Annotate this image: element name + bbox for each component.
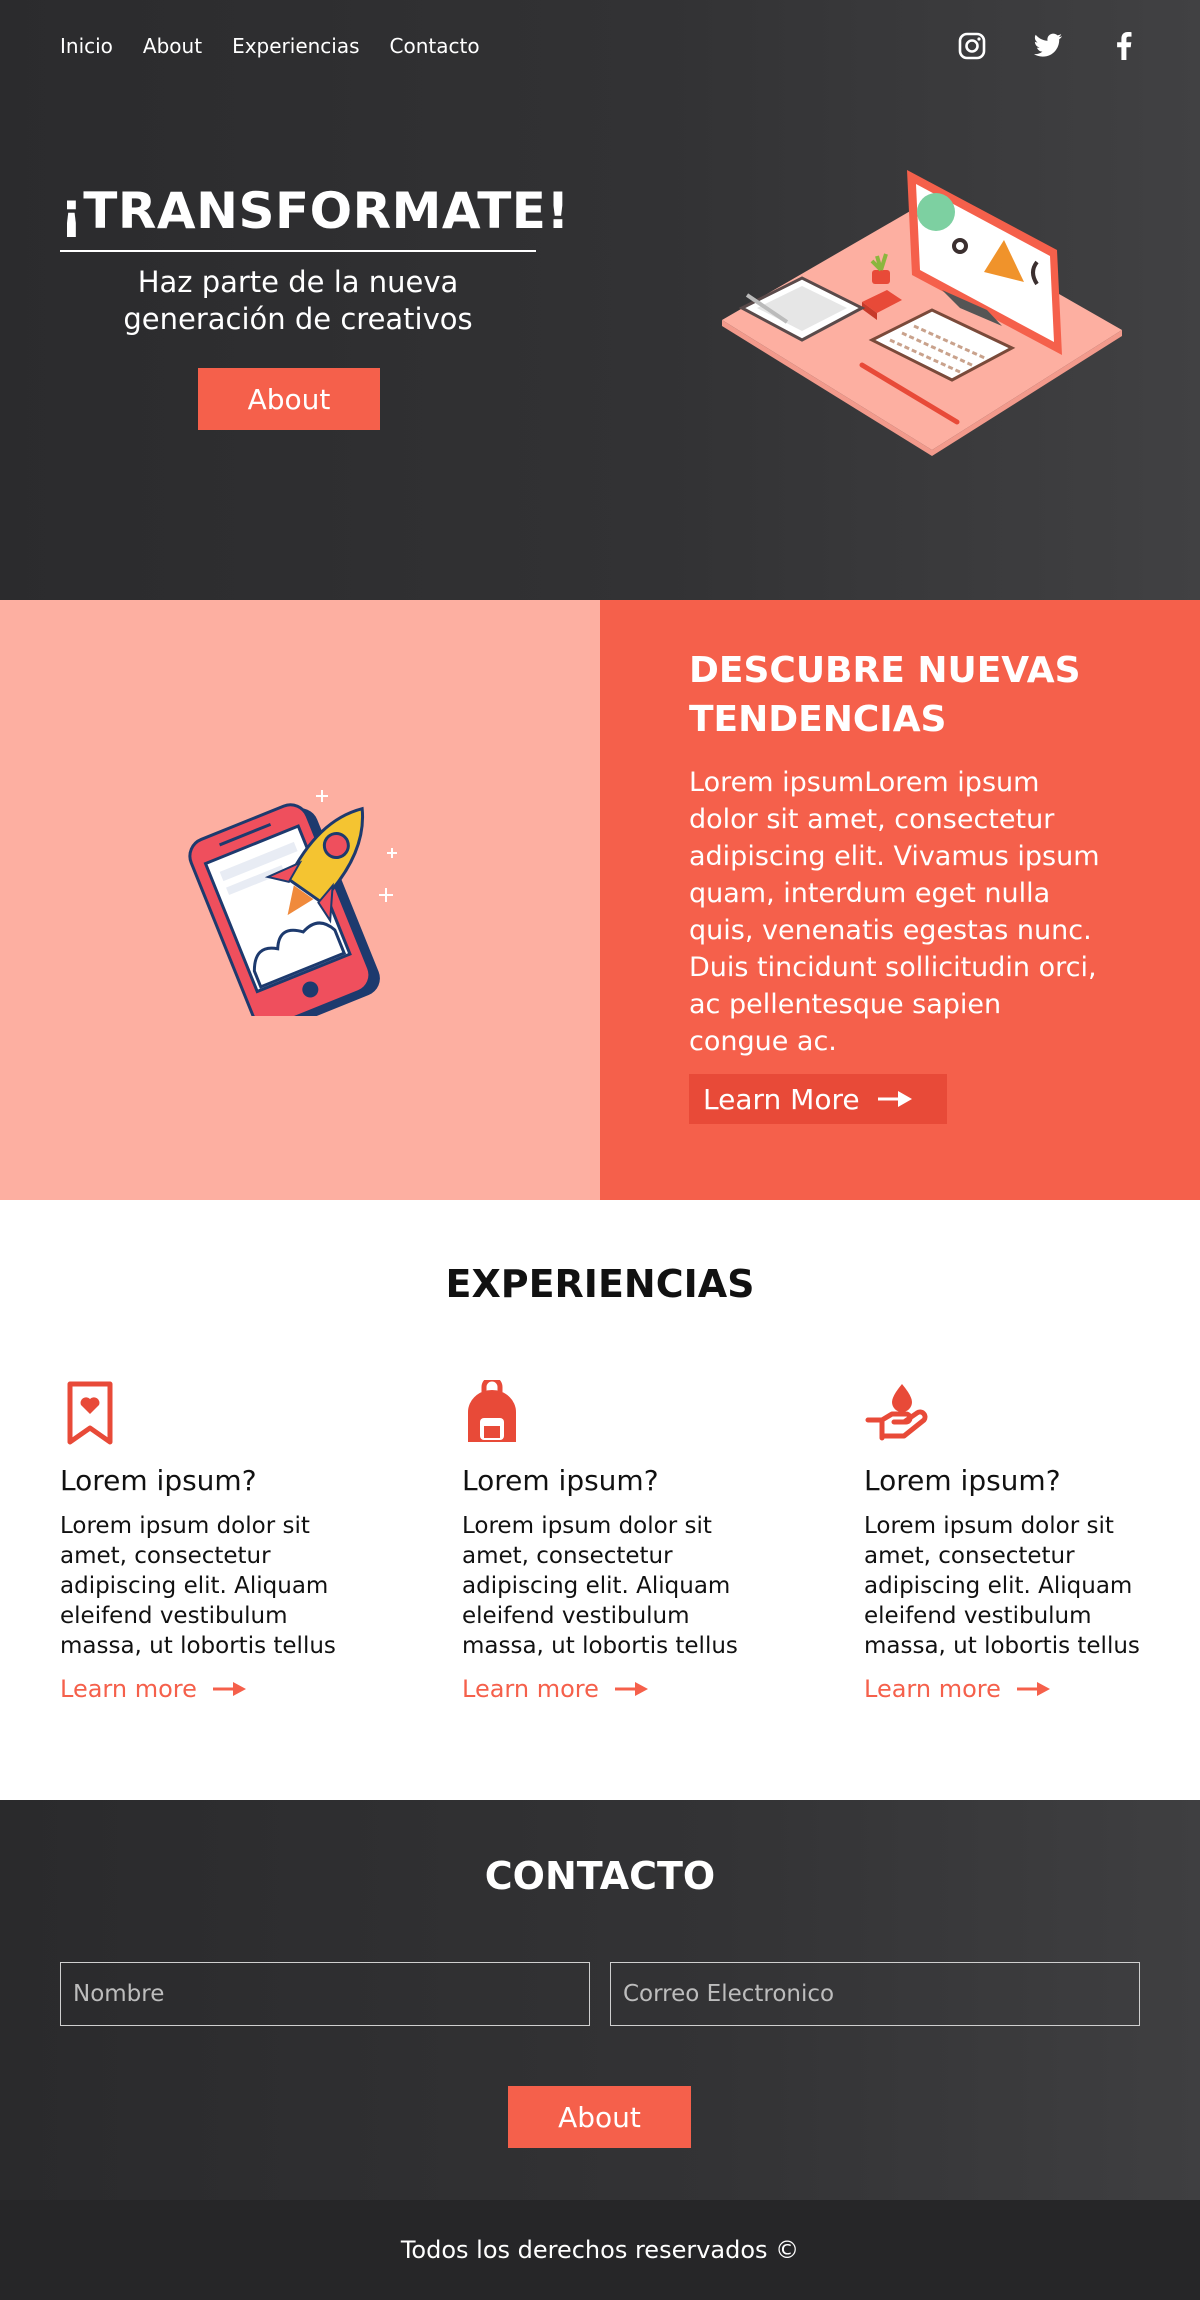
learn-more-label: Learn More <box>703 1082 860 1116</box>
rocket-phone-illustration <box>188 790 397 1016</box>
nav-item-contacto[interactable]: Contacto <box>390 34 480 58</box>
experience-card: Lorem ipsum? Lorem ipsum dolor sit amet,… <box>462 1376 752 1703</box>
contact-about-button[interactable]: About <box>508 2086 691 2148</box>
card-learn-more-label: Learn more <box>864 1675 1001 1703</box>
arrow-right-icon <box>1016 1682 1050 1696</box>
card-body: Lorem ipsum dolor sit amet, consectetur … <box>864 1513 1140 1659</box>
nav-item-experiencias[interactable]: Experiencias <box>232 34 359 58</box>
nav-item-inicio[interactable]: Inicio <box>60 34 113 58</box>
experience-card: Lorem ipsum? Lorem ipsum dolor sit amet,… <box>864 1380 1154 1703</box>
card-body: Lorem ipsum dolor sit amet, consectetur … <box>60 1513 336 1659</box>
nav-item-about[interactable]: About <box>143 34 202 58</box>
hero-section: Inicio About Experiencias Contacto ¡TRAN… <box>0 0 1200 600</box>
hero-subtitle-line1: Haz parte de la nueva <box>137 265 459 299</box>
card-title: Lorem ipsum? <box>864 1464 1061 1497</box>
trends-content: DESCUBRE NUEVAS TENDENCIAS Lorem ipsumLo… <box>600 600 1200 1200</box>
contact-section: CONTACTO About <box>0 1800 1200 2200</box>
trends-title: DESCUBRE NUEVAS TENDENCIAS <box>689 646 1114 744</box>
experiences-section: EXPERIENCIAS Lorem ipsum? Lorem ipsum do… <box>0 1200 1200 1800</box>
trends-body: Lorem ipsumLorem ipsum dolor sit amet, c… <box>689 767 1100 1057</box>
card-learn-more-label: Learn more <box>462 1675 599 1703</box>
card-learn-more-link[interactable]: Learn more <box>462 1675 752 1703</box>
footer: Todos los derechos reservados © <box>0 2200 1200 2300</box>
card-title: Lorem ipsum? <box>462 1464 659 1497</box>
card-title: Lorem ipsum? <box>60 1464 257 1497</box>
trends-section: DESCUBRE NUEVAS TENDENCIAS Lorem ipsumLo… <box>0 600 1200 1200</box>
trends-illustration-panel <box>0 600 600 1200</box>
card-learn-more-link[interactable]: Learn more <box>60 1675 350 1703</box>
hero-subtitle-line2: generación de creativos <box>123 302 473 336</box>
arrow-right-icon <box>614 1682 648 1696</box>
hero-text: ¡TRANSFORMATE! Haz parte de la nueva gen… <box>60 182 569 338</box>
name-field[interactable] <box>60 1962 590 2026</box>
backpack-icon <box>462 1376 752 1450</box>
experience-card: Lorem ipsum? Lorem ipsum dolor sit amet,… <box>60 1380 350 1703</box>
card-learn-more-link[interactable]: Learn more <box>864 1675 1154 1703</box>
trends-title-line1: DESCUBRE NUEVAS <box>689 650 1081 691</box>
facebook-icon[interactable] <box>1108 30 1140 62</box>
main-nav: Inicio About Experiencias Contacto <box>60 34 480 58</box>
social-links <box>956 30 1140 62</box>
email-field[interactable] <box>610 1962 1140 2026</box>
desk-illustration <box>722 170 1122 456</box>
twitter-icon[interactable] <box>1032 30 1064 62</box>
card-learn-more-label: Learn more <box>60 1675 197 1703</box>
bookmark-heart-icon <box>60 1380 350 1450</box>
contact-title: CONTACTO <box>484 1854 716 1898</box>
trends-title-line2: TENDENCIAS <box>689 699 947 740</box>
card-body: Lorem ipsum dolor sit amet, consectetur … <box>462 1513 738 1659</box>
hero-subtitle: Haz parte de la nueva generación de crea… <box>60 264 536 338</box>
learn-more-button[interactable]: Learn More <box>689 1074 947 1124</box>
arrow-right-icon <box>877 1091 912 1107</box>
hero-title: ¡TRANSFORMATE! <box>60 182 569 252</box>
hero-about-button[interactable]: About <box>198 368 380 430</box>
hand-drop-icon <box>864 1380 1154 1450</box>
arrow-right-icon <box>212 1682 246 1696</box>
instagram-icon[interactable] <box>956 30 988 62</box>
footer-text: Todos los derechos reservados © <box>400 2236 800 2264</box>
experiences-title: EXPERIENCIAS <box>445 1262 755 1306</box>
